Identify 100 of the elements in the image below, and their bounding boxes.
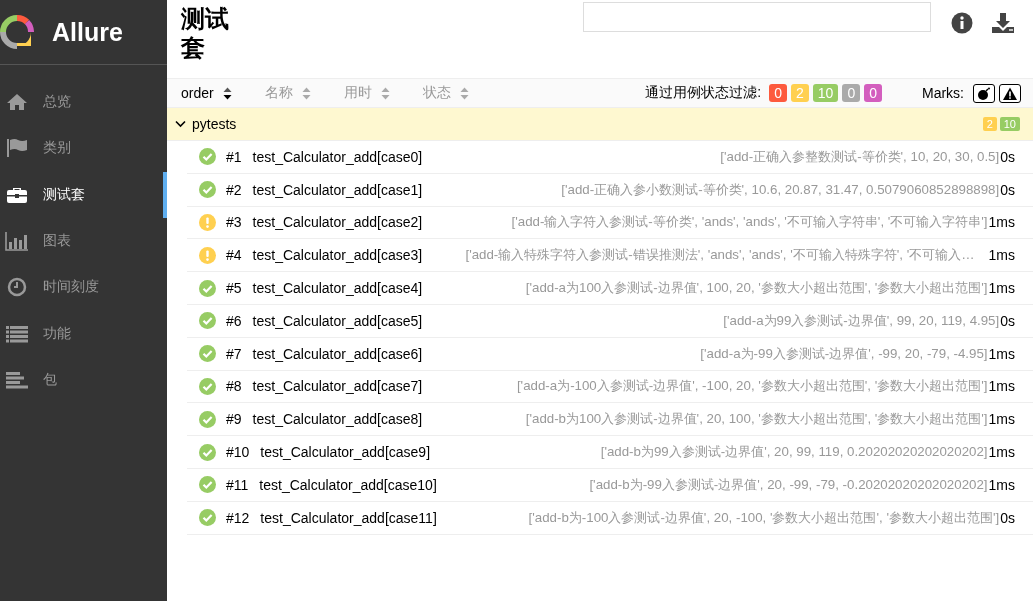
status-count-badge: 2 (982, 117, 997, 131)
check-circle-icon (199, 476, 216, 494)
home-icon (6, 93, 28, 112)
page-title: 测试套 (181, 4, 230, 62)
test-parameters: ['add-b为99入参测试-边界值', 20, 99, 119, 0.20202020202020202] (599, 443, 988, 462)
search-field[interactable] (583, 2, 931, 32)
test-duration: 1ms (988, 378, 1015, 395)
order-number: #12 (226, 509, 250, 526)
test-parameters: ['add-a为-100入参测试-边界值', -100, 20, '参数大小超出范围', '参数大小超出范围'] (515, 377, 988, 396)
exclamation-circle-icon (199, 246, 216, 264)
order-number: #3 (226, 214, 242, 231)
group-name: pytests (192, 116, 237, 132)
order-number: #4 (226, 247, 242, 264)
test-name: test_Calculator_add[case7] (252, 378, 423, 395)
test-duration: 0s (1000, 312, 1015, 329)
check-circle-icon (199, 312, 216, 330)
test-parameters: ['add-b为100入参测试-边界值', 20, 100, '参数大小超出范围', '参数大小超出范围'] (524, 410, 988, 429)
test-row[interactable]: #8 test_Calculator_add[case7] ['add-a为-100入参测试-边界值', -100, 20, '参数大小超出范围', '参数大小超出范围']1ms (187, 370, 1033, 404)
test-parameters: ['add-正确入参整数测试-等价类', 10, 20, 30, 0.5] (719, 147, 1000, 166)
test-name: test_Calculator_add[case0] (252, 148, 423, 165)
test-name: test_Calculator_add[case11] (260, 509, 437, 526)
test-name: test_Calculator_add[case8] (252, 411, 423, 428)
test-name: test_Calculator_add[case9] (260, 444, 431, 461)
order-number: #2 (226, 181, 242, 198)
sidebar-item[interactable]: 测试套 (0, 171, 167, 218)
test-row[interactable]: #11 test_Calculator_add[case10] ['add-b为-99入参测试-边界值', 20, -99, -79, -0.20202020202020202]1ms (187, 468, 1033, 502)
status-count-badge: 10 (999, 117, 1020, 131)
test-row[interactable]: #9 test_Calculator_add[case8] ['add-b为100入参测试-边界值', 20, 100, '参数大小超出范围', '参数大小超出范围']1ms (187, 403, 1033, 437)
sidebar-item[interactable]: 功能 (0, 310, 167, 357)
warning-mark-button[interactable] (999, 83, 1021, 103)
test-name: test_Calculator_add[case10] (259, 476, 437, 493)
test-parameters: ['add-输入字符入参测试-等价类', 'ands', 'ands', '不可输入字符串', '不可输入字符串'] (510, 213, 988, 232)
check-circle-icon (199, 443, 216, 461)
order-number: #11 (226, 476, 249, 493)
test-parameters: ['add-a为100入参测试-边界值', 100, 20, '参数大小超出范围', '参数大小超出范围'] (524, 279, 988, 298)
sidebar-item[interactable]: 类别 (0, 125, 167, 172)
order-number: #5 (226, 280, 242, 297)
check-circle-icon (199, 279, 216, 297)
test-name: test_Calculator_add[case1] (252, 181, 423, 198)
test-duration: 1ms (988, 444, 1015, 461)
test-parameters: ['add-正确入参小数测试-等价类', 10.6, 20.87, 31.47, 0.5079060852898898] (560, 180, 1000, 199)
check-circle-icon (199, 410, 216, 428)
test-parameters: ['add-a为99入参测试-边界值', 99, 20, 119, 4.95] (722, 311, 1000, 330)
test-parameters: ['add-输入特殊字符入参测试-错误推测法', 'ands', 'ands', '不可输入特殊字符', '不可输入… (464, 246, 975, 265)
test-row[interactable]: #3 test_Calculator_add[case2] ['add-输入字符入参测试-等价类', 'ands', 'ands', '不可输入字符串', '不可输入字符串']1ms (187, 206, 1033, 240)
test-duration: 0s (1000, 181, 1015, 198)
order-number: #9 (226, 411, 242, 428)
check-circle-icon (199, 377, 216, 395)
test-row[interactable]: #7 test_Calculator_add[case6] ['add-a为-99入参测试-边界值', -99, 20, -79, -4.95]1ms (187, 337, 1033, 371)
sidebar-item[interactable]: 时间刻度 (0, 264, 167, 311)
order-number: #8 (226, 378, 242, 395)
sort-icon (301, 86, 311, 100)
test-parameters: ['add-a为-99入参测试-边界值', -99, 20, -79, -4.95] (699, 344, 988, 363)
sort-icon (222, 86, 232, 100)
test-name: test_Calculator_add[case4] (252, 280, 423, 297)
filter-label: 通过用例状态过滤: (645, 84, 762, 102)
logo-icon (0, 15, 34, 49)
test-duration: 1ms (988, 247, 1015, 264)
test-duration: 1ms (988, 280, 1015, 297)
test-row[interactable]: #5 test_Calculator_add[case4] ['add-a为100入参测试-边界值', 100, 20, '参数大小超出范围', '参数大小超出范围']1ms (187, 272, 1033, 305)
test-parameters: ['add-b为-99入参测试-边界值', 20, -99, -79, -0.20202020202020202] (588, 475, 988, 494)
test-row[interactable]: #10 test_Calculator_add[case9] ['add-b为99入参测试-边界值', 20, 99, 119, 0.20202020202020202]1ms (187, 436, 1033, 469)
test-duration: 1ms (988, 476, 1015, 493)
test-duration: 1ms (988, 214, 1015, 231)
download-icon[interactable] (991, 12, 1015, 34)
test-duration: 1ms (988, 345, 1015, 362)
check-circle-icon (199, 345, 216, 363)
sidebar-item[interactable]: 包 (0, 356, 167, 404)
sort-column[interactable]: order (181, 85, 232, 101)
flag-icon (6, 138, 28, 159)
sidebar-item[interactable]: 总览 (0, 79, 167, 126)
test-duration: 0s (1000, 148, 1015, 165)
test-row[interactable]: #2 test_Calculator_add[case1] ['add-正确入参小数测试-等价类', 10.6, 20.87, 31.47, 0.5079060852898898]0s (187, 173, 1033, 207)
sort-icon (459, 86, 469, 100)
test-row[interactable]: #4 test_Calculator_add[case3] ['add-输入特殊字符入参测试-错误推测法', 'ands', 'ands', '不可输入特殊字符', '不可输入… 1ms (187, 239, 1033, 273)
marks-label: Marks: (922, 85, 964, 101)
test-duration: 0s (1000, 509, 1015, 526)
test-row[interactable]: #12 test_Calculator_add[case11] ['add-b为-100入参测试-边界值', 20, -100, '参数大小超出范围', '参数大小超出范围']0s (187, 501, 1033, 535)
order-number: #10 (226, 444, 250, 461)
brand-name: Allure (52, 17, 123, 47)
test-row[interactable]: #6 test_Calculator_add[case5] ['add-a为99入参测试-边界值', 99, 20, 119, 4.95]0s (187, 305, 1033, 338)
test-name: test_Calculator_add[case3] (252, 247, 423, 264)
list-icon (6, 324, 28, 343)
test-parameters: ['add-b为-100入参测试-边界值', 20, -100, '参数大小超出范围', '参数大小超出范围'] (527, 508, 1000, 527)
sidebar-item[interactable]: 图表 (0, 217, 167, 265)
test-name: test_Calculator_add[case2] (252, 214, 423, 231)
order-number: #6 (226, 312, 242, 329)
info-icon[interactable] (951, 12, 973, 34)
check-circle-icon (199, 148, 216, 166)
clock-icon (7, 277, 27, 298)
bomb-mark-button[interactable] (973, 83, 995, 103)
order-number: #7 (226, 345, 242, 362)
test-row[interactable]: #1 test_Calculator_add[case0] ['add-正确入参整数测试-等价类', 10, 20, 30, 0.5]0s (187, 141, 1033, 174)
test-duration: 1ms (988, 411, 1015, 428)
exclamation-circle-icon (199, 214, 216, 231)
check-circle-icon (199, 181, 216, 199)
briefcase-icon (6, 185, 28, 204)
check-circle-icon (199, 509, 216, 527)
group-row[interactable]: pytests 2 10 (167, 108, 1033, 141)
sort-icon (380, 86, 390, 100)
